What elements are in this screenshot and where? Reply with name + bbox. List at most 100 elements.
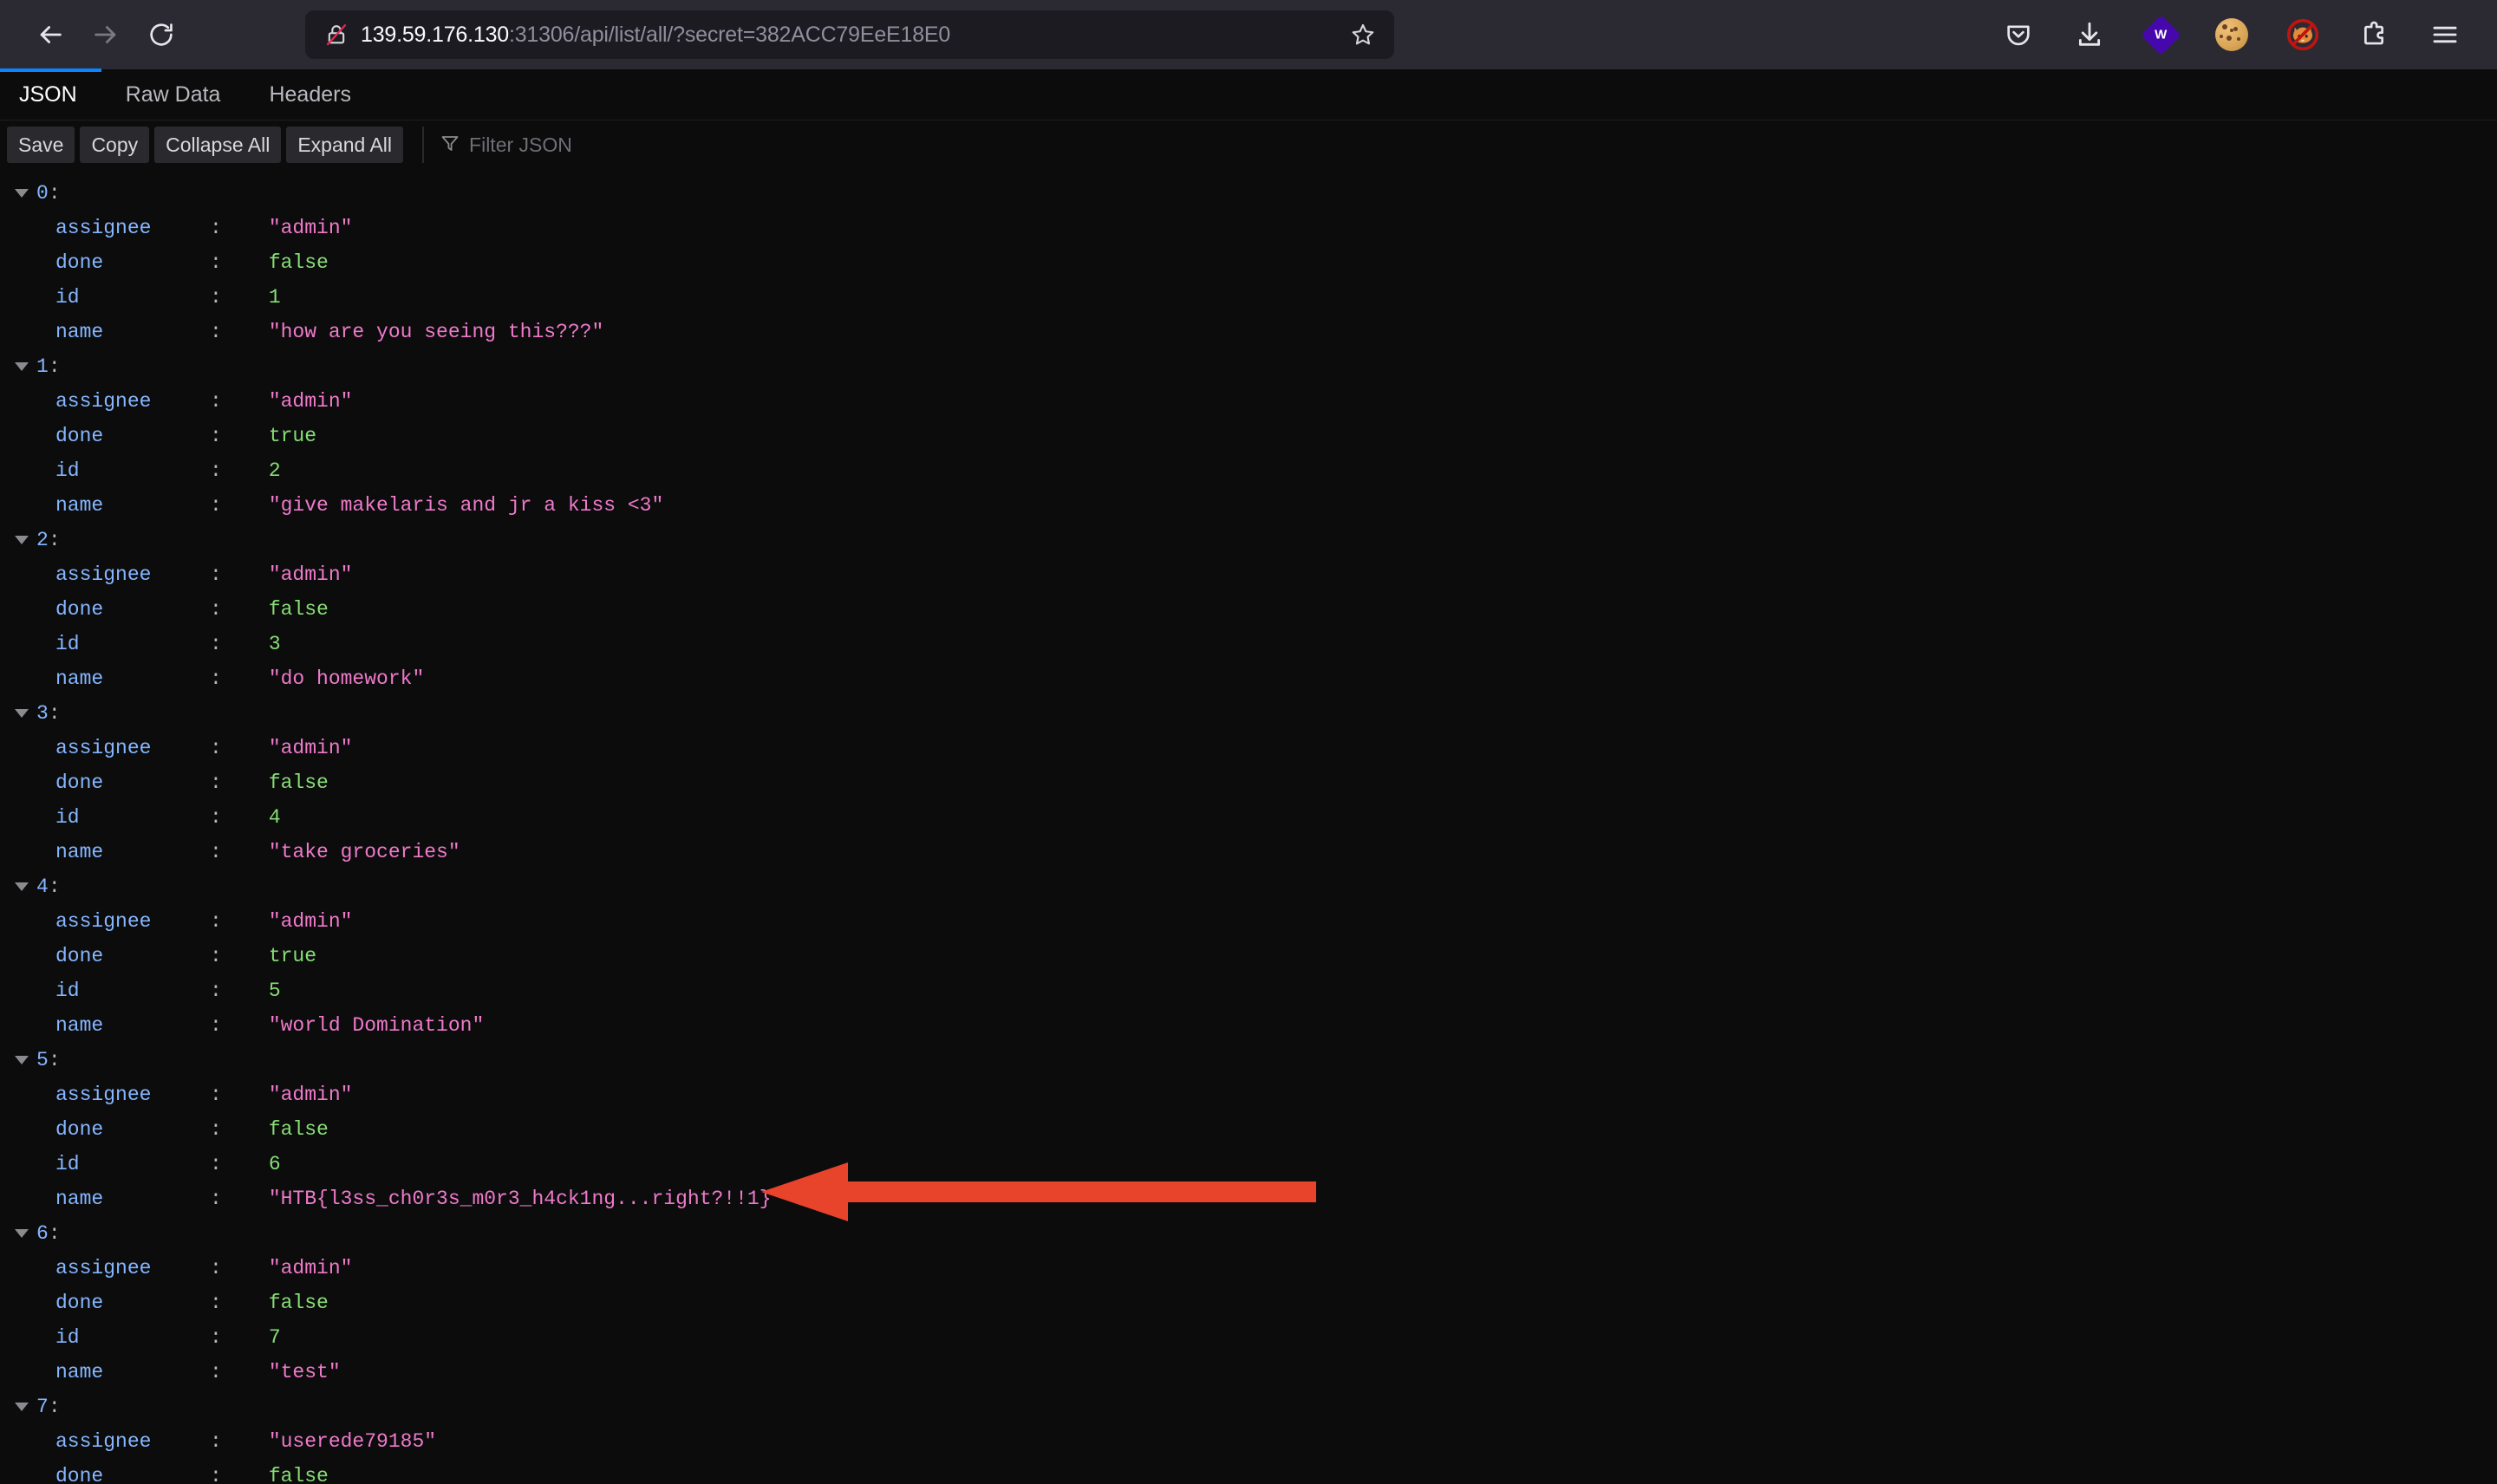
json-property-row-flag: name: "HTB{l3ss_ch0r3s_m0r3_h4ck1ng...ri… — [0, 1181, 2497, 1216]
property-key-name: name — [55, 841, 104, 863]
insecure-lock-crossed-icon[interactable] — [319, 17, 354, 52]
json-array-index-row[interactable]: 7: — [0, 1390, 2497, 1424]
json-property-row: id: 6 — [0, 1147, 2497, 1181]
json-content: 0: assignee: "admin" done: false id: 1 n… — [0, 169, 2497, 1484]
property-value-done: true — [268, 945, 317, 967]
json-property-row: done: false — [0, 1285, 2497, 1320]
property-key-done: done — [55, 598, 104, 621]
pocket-icon[interactable] — [1994, 10, 2043, 59]
property-key-assignee: assignee — [55, 563, 152, 586]
json-array-index-row[interactable]: 0: — [0, 176, 2497, 211]
json-property-row: done: false — [0, 592, 2497, 627]
json-property-row: id: 1 — [0, 280, 2497, 315]
property-key-assignee: assignee — [55, 1257, 152, 1279]
json-property-row: assignee: "admin" — [0, 557, 2497, 592]
property-key-assignee: assignee — [55, 1084, 152, 1106]
json-property-row: id: 3 — [0, 627, 2497, 661]
chevron-down-icon[interactable] — [12, 709, 31, 718]
json-property-row: assignee: "admin" — [0, 731, 2497, 765]
browser-window: 139.59.176.130:31306/api/list/all/?secre… — [0, 0, 2497, 1484]
reload-button[interactable] — [134, 7, 189, 62]
downloads-icon[interactable] — [2065, 10, 2114, 59]
property-key-assignee: assignee — [55, 737, 152, 759]
property-key-name: name — [55, 1188, 104, 1210]
property-key-name: name — [55, 667, 104, 690]
property-value-id: 1 — [268, 286, 281, 309]
property-key-id: id — [55, 1153, 80, 1175]
property-value-done: false — [268, 1118, 329, 1141]
property-key-assignee: assignee — [55, 1430, 152, 1453]
property-value-id: 2 — [268, 459, 281, 482]
json-property-row: done: true — [0, 939, 2497, 973]
hamburger-menu-icon[interactable] — [2421, 10, 2469, 59]
property-value-name: "give makelaris and jr a kiss <3" — [268, 494, 664, 517]
wappalyzer-badge: W — [2140, 14, 2181, 55]
property-key-done: done — [55, 1292, 104, 1314]
property-value-assignee: "admin" — [268, 737, 353, 759]
property-key-id: id — [55, 1326, 80, 1349]
extensions-puzzle-icon[interactable] — [2350, 10, 2398, 59]
property-value-assignee: "admin" — [268, 390, 353, 413]
property-value-assignee: "admin" — [268, 1257, 353, 1279]
property-value-done: false — [268, 598, 329, 621]
address-bar[interactable]: 139.59.176.130:31306/api/list/all/?secre… — [305, 10, 1394, 59]
tab-headers[interactable]: Headers — [244, 69, 375, 120]
cookie-icon[interactable] — [2207, 10, 2256, 59]
wappalyzer-letter: W — [2154, 27, 2168, 42]
json-array-index-row[interactable]: 3: — [0, 696, 2497, 731]
save-button[interactable]: Save — [7, 127, 75, 163]
json-array-index-row[interactable]: 5: — [0, 1043, 2497, 1077]
expand-all-button[interactable]: Expand All — [286, 127, 404, 163]
collapse-all-button[interactable]: Collapse All — [154, 127, 282, 163]
back-button[interactable] — [23, 7, 78, 62]
property-key-done: done — [55, 425, 104, 447]
chevron-down-icon[interactable] — [12, 882, 31, 891]
no-fox-glyph — [2285, 16, 2321, 53]
json-array-index-row[interactable]: 4: — [0, 869, 2497, 904]
wappalyzer-icon[interactable]: W — [2136, 10, 2185, 59]
no-fox-icon[interactable] — [2279, 10, 2327, 59]
property-value-id: 4 — [268, 806, 281, 829]
tab-headers-label: Headers — [269, 81, 351, 107]
tab-raw-data[interactable]: Raw Data — [101, 69, 245, 120]
property-value-name: "test" — [268, 1361, 341, 1383]
chevron-down-icon[interactable] — [12, 536, 31, 544]
json-viewer: JSON Raw Data Headers Save Copy Collapse… — [0, 68, 2497, 1484]
toolbar-icon-group: W — [1994, 10, 2474, 59]
chevron-down-icon[interactable] — [12, 362, 31, 371]
filter-json-input[interactable]: Filter JSON — [422, 127, 572, 163]
property-value-done: false — [268, 1465, 329, 1484]
chevron-down-icon[interactable] — [12, 1056, 31, 1064]
property-value-assignee: "admin" — [268, 910, 353, 933]
json-array-index-row[interactable]: 2: — [0, 523, 2497, 557]
json-array-index-row[interactable]: 1: — [0, 349, 2497, 384]
property-value-id: 6 — [268, 1153, 281, 1175]
json-property-row: assignee: "admin" — [0, 1251, 2497, 1285]
property-key-name: name — [55, 1361, 104, 1383]
json-property-row: name: "how are you seeing this???" — [0, 315, 2497, 349]
chevron-down-icon[interactable] — [12, 189, 31, 198]
property-key-done: done — [55, 251, 104, 274]
json-property-row: assignee: "admin" — [0, 904, 2497, 939]
forward-button[interactable] — [78, 7, 134, 62]
property-value-done: false — [268, 1292, 329, 1314]
json-array-index-row[interactable]: 6: — [0, 1216, 2497, 1251]
tab-json[interactable]: JSON — [0, 68, 101, 120]
property-value-name: "do homework" — [268, 667, 425, 690]
property-key-name: name — [55, 1014, 104, 1037]
property-key-done: done — [55, 1118, 104, 1141]
json-property-row: assignee: "admin" — [0, 384, 2497, 419]
url-text[interactable]: 139.59.176.130:31306/api/list/all/?secre… — [354, 23, 1344, 48]
json-property-row: name: "world Domination" — [0, 1008, 2497, 1043]
array-index-label: 4 — [36, 875, 49, 898]
property-key-name: name — [55, 494, 104, 517]
property-key-id: id — [55, 806, 80, 829]
filter-json-placeholder: Filter JSON — [469, 133, 572, 156]
cookie-glyph — [2215, 18, 2248, 51]
star-icon[interactable] — [1344, 16, 1382, 54]
copy-button[interactable]: Copy — [80, 127, 150, 163]
property-key-id: id — [55, 286, 80, 309]
property-value-name: "take groceries" — [268, 841, 460, 863]
chevron-down-icon[interactable] — [12, 1229, 31, 1238]
chevron-down-icon[interactable] — [12, 1403, 31, 1411]
